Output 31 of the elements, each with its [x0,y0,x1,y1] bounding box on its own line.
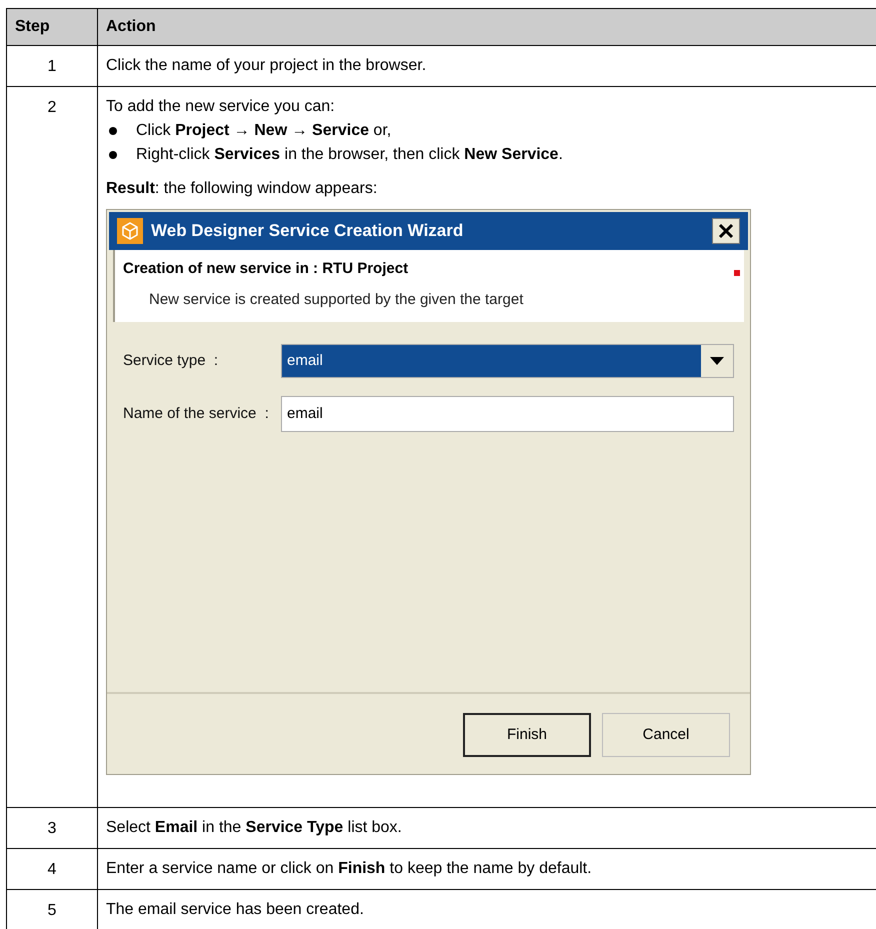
service-name-field[interactable]: email [281,396,734,432]
header-description: New service is created supported by the given the target [149,290,524,310]
step-number: 1 [48,57,56,77]
bullet-icon [109,151,117,159]
column-header: Step [7,9,98,45]
service-type-dropdown[interactable]: email [281,344,734,378]
bullet-text: Right-click Services in the browser, then click New Service. [136,145,563,165]
column-header: Action [105,17,157,37]
dropdown-caret-icon [710,357,724,365]
intro-text: To add the new service you can: [106,97,336,117]
field-label: Service type : [123,350,220,371]
error-marker-icon [734,270,740,276]
step-number: 5 [48,901,56,921]
dialog-button[interactable]: Finish [463,713,591,757]
field-label: Name of the service : [123,404,270,424]
dialog-button[interactable]: Cancel [602,713,730,757]
bullet-icon [109,127,117,135]
close-icon [718,223,734,239]
header-title: Creation of new service in : RTU Project [123,259,410,279]
result-text: Result: the following window appears: [106,179,378,199]
step-number: 3 [48,819,56,839]
close-button[interactable] [712,218,740,244]
step-text: The email service has been created. [106,901,364,918]
step-number: 4 [48,860,56,880]
window-title: Web Designer Service Creation Wizard [151,220,464,242]
bullet-text: Click Project → New → Service or, [136,121,392,141]
step-text: Select Email in the Service Type list box. [106,819,402,836]
step-text: Click the name of your project in the browser. [106,57,426,74]
step-text: Enter a service name or click on Finish to keep the name by default. [106,860,592,877]
step-number: 2 [48,98,56,118]
cube-logo-icon [117,218,143,244]
